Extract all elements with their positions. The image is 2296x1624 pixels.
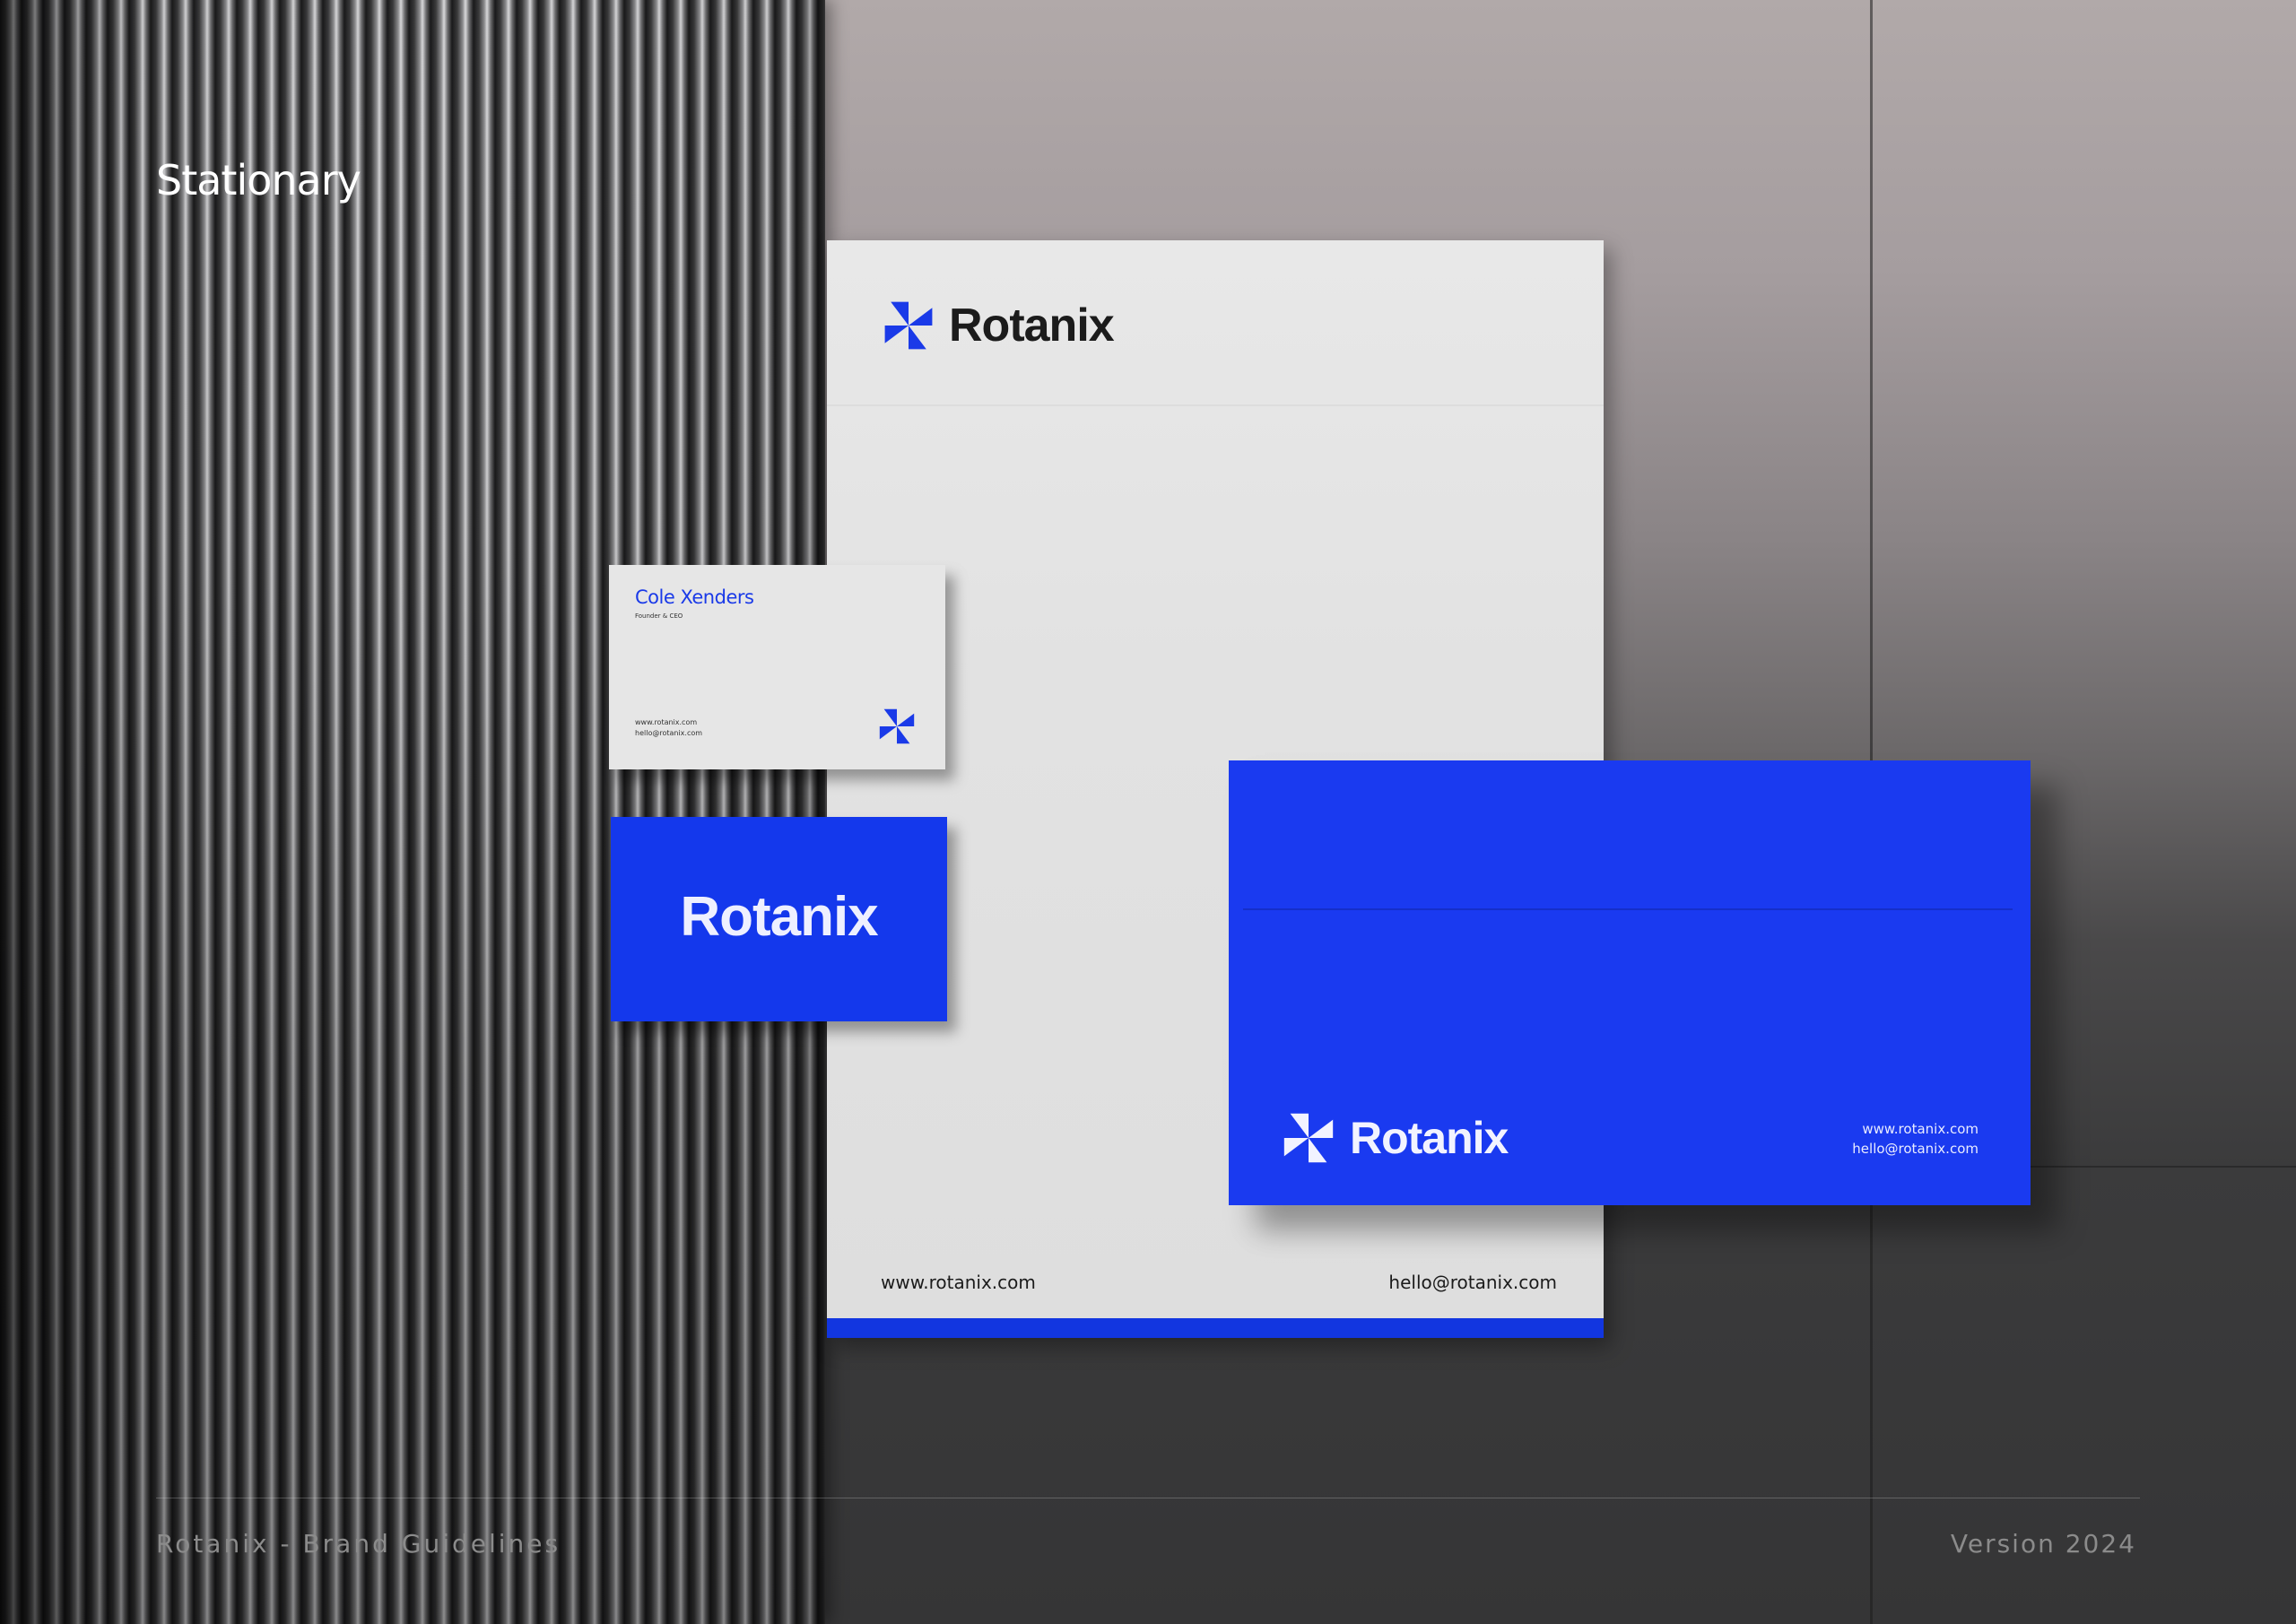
envelope-email: hello@rotanix.com: [1852, 1141, 1979, 1157]
fluted-glass-panel: [0, 0, 825, 1624]
page-title: Stationary: [156, 156, 361, 204]
letterhead-website: www.rotanix.com: [881, 1272, 1036, 1293]
pinwheel-icon: [879, 708, 915, 744]
pinwheel-icon: [1283, 1113, 1334, 1163]
envelope-brand-name: Rotanix: [1350, 1113, 1509, 1163]
pinwheel-icon: [884, 301, 933, 350]
card-website: www.rotanix.com: [635, 718, 698, 726]
card-brand-name: Rotanix: [680, 886, 878, 948]
letterhead-brand-name: Rotanix: [949, 300, 1115, 352]
card-person-name: Cole Xenders: [635, 586, 754, 608]
letterhead-accent-bar: [827, 1318, 1604, 1338]
envelope-logo: Rotanix: [1278, 1107, 1509, 1168]
footer-document-title: Rotanix - Brand Guidelines: [156, 1529, 561, 1559]
envelope-flap: [1243, 760, 2013, 910]
letterhead-email: hello@rotanix.com: [1388, 1272, 1557, 1293]
letterhead-divider: [827, 404, 1604, 406]
card-person-role: Founder & CEO: [635, 612, 683, 620]
envelope-website: www.rotanix.com: [1862, 1121, 1979, 1137]
envelope: Rotanix www.rotanix.com hello@rotanix.co…: [1229, 760, 2031, 1205]
business-card-front: Cole Xenders Founder & CEO www.rotanix.c…: [609, 565, 945, 769]
card-email: hello@rotanix.com: [635, 729, 703, 737]
business-card-back: Rotanix: [611, 817, 947, 1021]
footer-version: Version 2024: [1950, 1529, 2136, 1559]
letterhead-logo: Rotanix: [879, 296, 1115, 355]
slide: Stationary Rotanix www.rotanix.com hello…: [0, 0, 2296, 1624]
